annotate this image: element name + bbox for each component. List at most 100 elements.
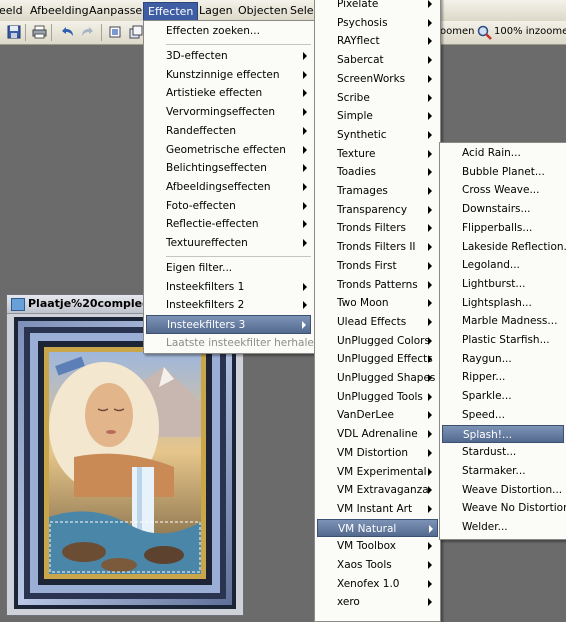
- menu-item-label: Pixelate: [337, 0, 379, 10]
- zoom-100-label[interactable]: 100% inzoomen: [494, 26, 566, 37]
- submenu-arrow-icon: [428, 93, 432, 102]
- redo-icon[interactable]: [80, 24, 96, 40]
- menu-item-screenworks[interactable]: ScreenWorks: [317, 70, 436, 89]
- menu-separator: [166, 44, 311, 45]
- undo-icon[interactable]: [59, 24, 75, 40]
- menu-item-raygun[interactable]: Raygun...: [442, 350, 562, 369]
- menu-item-label: Ripper...: [462, 371, 506, 384]
- menu-item-scribe[interactable]: Scribe: [317, 89, 436, 108]
- menu-item-label: Simple: [337, 110, 373, 123]
- menu-item-vanderlee[interactable]: VanDerLee: [317, 406, 436, 425]
- menu-item-tramages[interactable]: Tramages: [317, 182, 436, 201]
- layers-icon[interactable]: [128, 24, 144, 40]
- menu-item-effecten-zoeken[interactable]: Effecten zoeken...: [146, 22, 311, 41]
- menu-item-lightburst[interactable]: Lightburst...: [442, 275, 562, 294]
- save-icon[interactable]: [6, 24, 22, 40]
- menu-item-artistieke-effecten[interactable]: Artistieke effecten: [146, 84, 311, 103]
- menu-item-tronds-filters-ii[interactable]: Tronds Filters II: [317, 238, 436, 257]
- menu-item-insteekfilters-2[interactable]: Insteekfilters 2: [146, 296, 311, 315]
- print-icon[interactable]: [31, 24, 47, 40]
- menu-item-texture[interactable]: Texture: [317, 145, 436, 164]
- menu-item-vervormingseffecten[interactable]: Vervormingseffecten: [146, 103, 311, 122]
- menu-item-xero[interactable]: xero: [317, 593, 436, 612]
- menu-item-acid-rain[interactable]: Acid Rain...: [442, 144, 562, 163]
- menu-item-weave-no-distortion[interactable]: Weave No Distortion: [442, 499, 566, 518]
- crop-icon[interactable]: [107, 24, 123, 40]
- menu-item-toadies[interactable]: Toadies: [317, 163, 436, 182]
- menu-item-foto-effecten[interactable]: Foto-effecten: [146, 197, 311, 216]
- menu-item-plastic-starfish[interactable]: Plastic Starfish...: [442, 331, 562, 350]
- menu-objecten[interactable]: Objecten: [238, 4, 288, 18]
- menu-item-transparency[interactable]: Transparency: [317, 201, 436, 220]
- menu-item-synthetic[interactable]: Synthetic: [317, 126, 436, 145]
- menu-item-vm-toolbox[interactable]: VM Toolbox: [317, 537, 436, 556]
- menu-item-speed[interactable]: Speed...: [442, 406, 562, 425]
- menu-item-textuureffecten[interactable]: Textuureffecten: [146, 234, 311, 253]
- menu-lagen[interactable]: Lagen: [199, 4, 233, 18]
- menu-item-eigen-filter[interactable]: Eigen filter...: [146, 259, 311, 278]
- menu-item-xenofex[interactable]: Xenofex 1.0: [317, 575, 436, 594]
- menu-item-bubble-planet[interactable]: Bubble Planet...: [442, 163, 562, 182]
- menu-item-tronds-filters[interactable]: Tronds Filters: [317, 219, 436, 238]
- menu-item-randeffecten[interactable]: Randeffecten: [146, 122, 311, 141]
- menu-item-insteekfilters-1[interactable]: Insteekfilters 1: [146, 278, 311, 297]
- menu-item-sabercat[interactable]: Sabercat: [317, 51, 436, 70]
- menu-item-afbeeldingseffecten[interactable]: Afbeeldingseffecten: [146, 178, 311, 197]
- menu-item-cross-weave[interactable]: Cross Weave...: [442, 181, 562, 200]
- menu-item-label: RAYflect: [337, 35, 380, 48]
- menu-item-kunstzinnige-effecten[interactable]: Kunstzinnige effecten: [146, 66, 311, 85]
- menu-item-unplugged-shapes[interactable]: UnPlugged Shapes: [317, 369, 436, 388]
- menu-item-3d-effecten[interactable]: 3D-effecten: [146, 47, 311, 66]
- menu-effecten[interactable]: Effecten: [143, 2, 199, 21]
- menu-item-weave-distortion[interactable]: Weave Distortion...: [442, 481, 562, 500]
- menu-item-stardust[interactable]: Stardust...: [442, 443, 562, 462]
- menu-item-label: Insteekfilters 3: [167, 319, 246, 332]
- menu-item-label: VM Toolbox: [337, 540, 396, 553]
- menu-item-tronds-patterns[interactable]: Tronds Patterns: [317, 276, 436, 295]
- menu-item-geometrische-effecten[interactable]: Geometrische effecten: [146, 141, 311, 160]
- menu-item-lightsplash[interactable]: Lightsplash...: [442, 294, 562, 313]
- submenu-arrow-icon: [303, 301, 307, 310]
- menu-item-marble-madness[interactable]: Marble Madness...: [442, 312, 562, 331]
- menu-item-vm-natural[interactable]: VM Natural: [317, 518, 438, 538]
- submenu-arrow-icon: [428, 224, 432, 233]
- menu-item-sparkle[interactable]: Sparkle...: [442, 387, 562, 406]
- menu-item-vm-experimental[interactable]: VM Experimental: [317, 463, 436, 482]
- menu-afbeelding[interactable]: Afbeelding: [30, 4, 89, 18]
- menu-beeld[interactable]: eeld: [0, 4, 23, 18]
- menu-item-two-moon[interactable]: Two Moon: [317, 294, 436, 313]
- menu-item-label: Xaos Tools: [337, 559, 392, 571]
- menu-item-flipperballs[interactable]: Flipperballs...: [442, 219, 562, 238]
- menu-item-label: Raygun...: [462, 352, 512, 365]
- zoom-in-label[interactable]: oomen: [440, 26, 474, 37]
- menu-item-splash[interactable]: Splash!...: [442, 424, 564, 444]
- menu-item-vm-distortion[interactable]: VM Distortion: [317, 444, 436, 463]
- menu-item-psychosis[interactable]: Psychosis: [317, 14, 436, 33]
- menu-item-xaos-tools[interactable]: Xaos Tools: [317, 556, 436, 575]
- menu-item-label: Tronds Filters II: [337, 241, 416, 254]
- menu-item-vm-instant-art[interactable]: VM Instant Art: [317, 500, 436, 519]
- menu-item-unplugged-tools[interactable]: UnPlugged Tools: [317, 388, 436, 407]
- menu-item-belichtingseffecten[interactable]: Belichtingseffecten: [146, 159, 311, 178]
- menu-item-welder[interactable]: Welder...: [442, 518, 562, 537]
- menu-item-unplugged-effects[interactable]: UnPlugged Effects: [317, 350, 436, 369]
- image-canvas[interactable]: [14, 317, 236, 609]
- menu-item-legoland[interactable]: Legoland...: [442, 256, 562, 275]
- menu-item-lakeside-reflection[interactable]: Lakeside Reflection...: [442, 238, 566, 257]
- menu-item-starmaker[interactable]: Starmaker...: [442, 462, 562, 481]
- menu-item-insteekfilters-3[interactable]: Insteekfilters 3: [146, 315, 311, 334]
- menu-item-unplugged-colors[interactable]: UnPlugged Colors: [317, 332, 436, 351]
- menu-item-pixelate[interactable]: Pixelate: [317, 0, 436, 14]
- menu-item-simple[interactable]: Simple: [317, 107, 436, 126]
- magnifier-icon[interactable]: [476, 24, 492, 40]
- menu-item-vm-extravaganza[interactable]: VM Extravaganza: [317, 481, 436, 500]
- menu-item-ripper[interactable]: Ripper...: [442, 368, 562, 387]
- menu-item-downstairs[interactable]: Downstairs...: [442, 200, 562, 219]
- menu-aanpassen[interactable]: Aanpassen: [89, 4, 149, 18]
- menu-item-vdl-adrenaline[interactable]: VDL Adrenaline: [317, 425, 436, 444]
- menu-item-rayflect[interactable]: RAYflect: [317, 32, 436, 51]
- menu-item-label: Laatste insteekfilter herhalen: [166, 336, 321, 349]
- menu-item-ulead-effects[interactable]: Ulead Effects: [317, 313, 436, 332]
- menu-item-tronds-first[interactable]: Tronds First: [317, 257, 436, 276]
- menu-item-reflectie-effecten[interactable]: Reflectie-effecten: [146, 215, 311, 234]
